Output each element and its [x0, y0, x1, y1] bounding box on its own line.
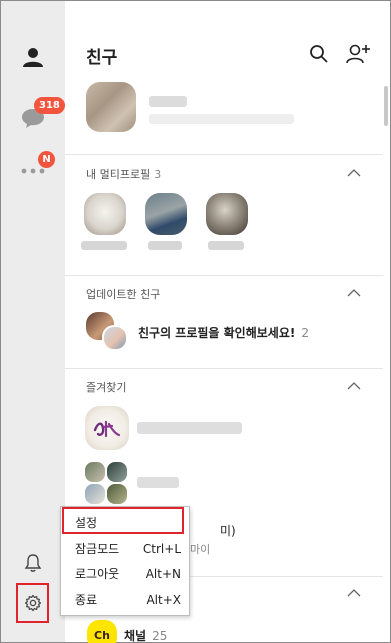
- settings-button[interactable]: [16, 583, 49, 623]
- updated-friends-row[interactable]: 친구의 프로필을 확인해보세요! 2: [138, 324, 309, 341]
- search-button[interactable]: [306, 41, 332, 67]
- chevron-up-icon[interactable]: [347, 288, 361, 298]
- menu-item-lock[interactable]: 잠금모드 Ctrl+L: [61, 537, 191, 560]
- multiprofile-item[interactable]: [84, 193, 126, 235]
- more-tab[interactable]: [1, 151, 65, 191]
- multiprofile-name: [81, 241, 127, 250]
- multiprofile-item[interactable]: [206, 193, 248, 235]
- bell-icon: [24, 554, 42, 572]
- multiprofile-section-title: 내 멀티프로필 3: [86, 166, 161, 182]
- chevron-up-icon[interactable]: [347, 168, 361, 178]
- menu-item-label: 로그아웃: [75, 567, 120, 581]
- chevron-up-icon[interactable]: [347, 588, 361, 598]
- partial-name-text: 미): [220, 524, 236, 538]
- favorites-section-title: 즐겨찾기: [86, 381, 127, 394]
- divider: [65, 368, 383, 369]
- menu-item-label: 잠금모드: [75, 542, 120, 556]
- scrollbar-thumb[interactable]: [384, 86, 388, 126]
- more-dots-icon: [21, 168, 45, 174]
- chat-count-badge: 318: [34, 97, 65, 114]
- menu-item-shortcut: Alt+N: [145, 566, 181, 581]
- menu-item-label: 종료: [75, 593, 98, 607]
- channel-count: 25: [152, 629, 168, 643]
- search-icon: [310, 45, 328, 63]
- calligraphy-logo-icon: [93, 420, 121, 438]
- page-title: 친구: [86, 48, 118, 68]
- favorite-group-avatar[interactable]: [85, 484, 105, 504]
- updated-section-title: 업데이트한 친구: [86, 288, 161, 301]
- my-profile-avatar[interactable]: [86, 82, 136, 132]
- multiprofile-item[interactable]: [145, 193, 187, 235]
- menu-item-exit[interactable]: 종료 Alt+X: [61, 588, 191, 611]
- my-profile-status: [149, 114, 294, 124]
- friends-tab[interactable]: [1, 37, 65, 77]
- favorite-group-avatar[interactable]: [107, 484, 127, 504]
- add-friend-button[interactable]: [345, 41, 371, 67]
- channel-label: 채널 25: [124, 627, 167, 643]
- partial-status-text: 마이: [190, 543, 211, 556]
- favorite-group-avatar[interactable]: [85, 462, 105, 482]
- multiprofile-name: [208, 241, 244, 250]
- add-friend-icon: [346, 44, 370, 64]
- chevron-up-icon[interactable]: [347, 381, 361, 391]
- divider: [65, 154, 383, 155]
- favorite-name: [137, 477, 179, 488]
- my-profile-name: [149, 96, 187, 107]
- channel-label-text: 채널: [124, 629, 147, 643]
- section-label: 내 멀티프로필: [86, 168, 151, 181]
- new-badge: N: [38, 151, 55, 168]
- updated-message: 친구의 프로필을 확인해보세요!: [138, 326, 296, 340]
- gear-icon: [24, 594, 41, 612]
- sidebar: 318 N: [1, 1, 65, 642]
- updated-count: 2: [301, 326, 309, 340]
- menu-item-shortcut: Ctrl+L: [142, 541, 181, 556]
- updated-friend-avatar[interactable]: [102, 325, 128, 351]
- person-icon: [23, 48, 43, 67]
- menu-item-logout[interactable]: 로그아웃 Alt+N: [61, 562, 191, 585]
- favorite-avatar[interactable]: [85, 406, 129, 450]
- channel-icon[interactable]: Ch: [87, 620, 117, 643]
- multiprofile-name: [148, 241, 182, 250]
- menu-item-shortcut: Alt+X: [146, 592, 181, 607]
- settings-highlight-box: [62, 507, 184, 534]
- notification-button[interactable]: [1, 543, 65, 583]
- divider: [65, 275, 383, 276]
- section-count: 3: [154, 168, 162, 181]
- favorite-group-avatar[interactable]: [107, 462, 127, 482]
- favorite-name: [137, 422, 242, 434]
